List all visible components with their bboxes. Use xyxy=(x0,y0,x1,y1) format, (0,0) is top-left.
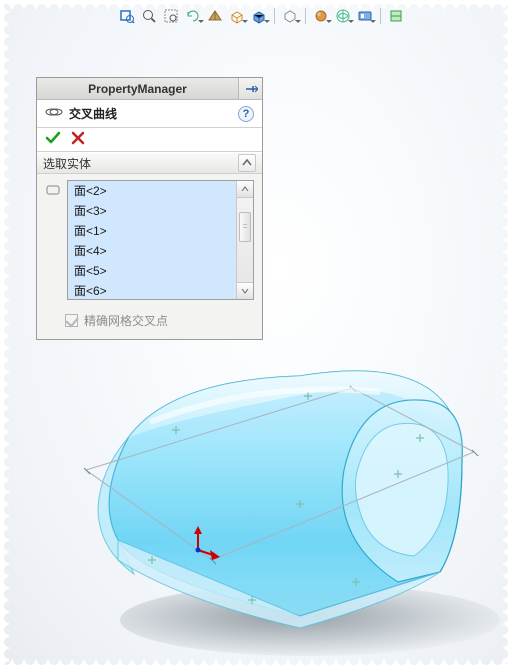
pm-titlebar: PropertyManager xyxy=(37,78,262,100)
zoom-window-icon[interactable] xyxy=(162,7,180,25)
display-style-icon[interactable] xyxy=(250,7,268,25)
edit-appearance-icon[interactable] xyxy=(312,7,330,25)
view-toolbar xyxy=(118,6,405,26)
selection-filter-icon[interactable] xyxy=(45,180,61,300)
view-settings-icon[interactable] xyxy=(356,7,374,25)
property-manager-panel: PropertyManager 交叉曲线 ? 选取实体 xyxy=(36,77,263,340)
accurate-mesh-checkbox-row: 精确网格交叉点 xyxy=(37,308,262,339)
pin-button[interactable] xyxy=(238,78,262,99)
rebuild-icon[interactable] xyxy=(387,7,405,25)
selection-listbox[interactable]: 面<2> 面<3> 面<1> 面<4> 面<5> 面<6> xyxy=(67,180,254,300)
intersection-curve-icon xyxy=(45,104,63,123)
selection-list[interactable]: 面<2> 面<3> 面<1> 面<4> 面<5> 面<6> xyxy=(68,181,236,299)
ok-button[interactable] xyxy=(45,130,61,149)
scroll-thumb[interactable] xyxy=(239,212,251,242)
scroll-track[interactable] xyxy=(237,198,253,282)
section-header[interactable]: 选取实体 xyxy=(37,152,262,174)
toolbar-separator xyxy=(305,8,306,24)
toolbar-separator xyxy=(274,8,275,24)
origin-triad-icon xyxy=(188,526,222,560)
pm-actions xyxy=(37,128,262,152)
list-item[interactable]: 面<6> xyxy=(68,281,236,299)
toolbar-separator xyxy=(380,8,381,24)
zoom-to-fit-icon[interactable] xyxy=(118,7,136,25)
list-item[interactable]: 面<5> xyxy=(68,261,236,281)
pm-feature-name: 交叉曲线 xyxy=(69,105,232,122)
section-view-icon[interactable] xyxy=(206,7,224,25)
list-item[interactable]: 面<3> xyxy=(68,201,236,221)
list-item[interactable]: 面<1> xyxy=(68,221,236,241)
cancel-button[interactable] xyxy=(71,131,85,148)
scroll-up-button[interactable] xyxy=(237,181,253,198)
magnifier-icon[interactable] xyxy=(140,7,158,25)
pm-title: PropertyManager xyxy=(37,78,238,99)
listbox-scrollbar[interactable] xyxy=(236,181,253,299)
pm-feature-header: 交叉曲线 ? xyxy=(37,100,262,128)
hide-show-icon[interactable] xyxy=(281,7,299,25)
prev-view-icon[interactable] xyxy=(184,7,202,25)
apply-scene-icon[interactable] xyxy=(334,7,352,25)
list-item[interactable]: 面<4> xyxy=(68,241,236,261)
collapse-button[interactable] xyxy=(238,154,256,172)
pm-section-select-entities: 选取实体 面<2> 面<3> 面<1> 面<4> 面<5> 面<6> xyxy=(37,152,262,339)
section-title: 选取实体 xyxy=(43,155,238,172)
accurate-mesh-checkbox[interactable] xyxy=(65,314,78,327)
view-orientation-icon[interactable] xyxy=(228,7,246,25)
help-button[interactable]: ? xyxy=(238,106,254,122)
scroll-down-button[interactable] xyxy=(237,282,253,299)
accurate-mesh-label: 精确网格交叉点 xyxy=(84,312,168,329)
list-item[interactable]: 面<2> xyxy=(68,181,236,201)
